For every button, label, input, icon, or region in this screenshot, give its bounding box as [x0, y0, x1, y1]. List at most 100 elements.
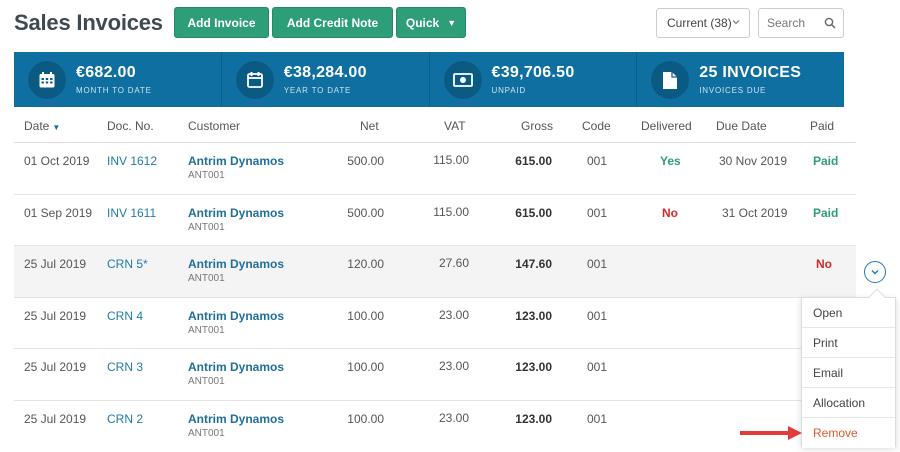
- table-header: Date ▼ Doc. No. Customer Net VAT Gross Co…: [14, 107, 856, 143]
- stat-year-to-date[interactable]: €38,284.00 YEAR TO DATE: [222, 52, 430, 107]
- quick-dropdown-button[interactable]: Quick ▼: [396, 7, 466, 38]
- gross-cell: 123.00: [515, 360, 552, 374]
- column-header-delivered[interactable]: Delivered: [641, 119, 692, 133]
- column-header-doc-no[interactable]: Doc. No.: [107, 119, 154, 133]
- date-cell: 01 Oct 2019: [24, 154, 90, 168]
- vat-cell: 27.60: [438, 256, 469, 270]
- gross-cell: 615.00: [515, 205, 552, 220]
- cash-icon: [443, 61, 482, 99]
- chevron-down-icon: [731, 17, 741, 30]
- customer-code: ANT001: [188, 324, 225, 336]
- filter-select[interactable]: Current (38): [656, 8, 750, 38]
- stat-label: INVOICES DUE: [699, 86, 767, 95]
- document-icon: [651, 61, 690, 99]
- net-cell: 100.00: [347, 411, 384, 426]
- column-header-gross[interactable]: Gross: [521, 119, 553, 133]
- calendar-grid-icon: [28, 61, 66, 99]
- filter-select-value: Current (38): [667, 16, 732, 30]
- doc-number-link[interactable]: CRN 2: [107, 412, 143, 426]
- annotation-arrow-icon: [740, 426, 802, 440]
- stat-value: €38,284.00: [283, 64, 367, 81]
- customer-name-link[interactable]: Antrim Dynamos: [188, 412, 284, 426]
- date-cell: 25 Jul 2019: [24, 257, 87, 271]
- page-title: Sales Invoices: [14, 10, 163, 35]
- menu-item-email[interactable]: Email: [802, 358, 895, 388]
- menu-item-open[interactable]: Open: [802, 298, 895, 328]
- code-cell: 001: [587, 257, 608, 271]
- column-header-net[interactable]: Net: [360, 119, 379, 133]
- stat-label: MONTH TO DATE: [76, 86, 152, 95]
- code-cell: 001: [587, 411, 608, 426]
- menu-item-allocation[interactable]: Allocation: [802, 388, 895, 418]
- net-cell: 500.00: [347, 205, 384, 220]
- column-header-customer[interactable]: Customer: [188, 119, 240, 133]
- table-row[interactable]: 25 Jul 2019 CRN 2 Antrim Dynamos ANT001 …: [14, 401, 856, 452]
- vat-cell: 23.00: [438, 359, 469, 373]
- stat-unpaid[interactable]: €39,706.50 UNPAID: [430, 52, 638, 107]
- date-cell: 25 Jul 2019: [24, 308, 87, 323]
- page-header: Sales Invoices Add Invoice Add Credit No…: [0, 0, 900, 52]
- date-cell: 25 Jul 2019: [24, 411, 87, 426]
- search-placeholder: Search: [767, 16, 806, 30]
- vat-cell: 23.00: [438, 410, 469, 425]
- search-icon[interactable]: [824, 17, 836, 29]
- stat-month-to-date[interactable]: €682.00 MONTH TO DATE: [14, 52, 222, 107]
- paid-status: Paid: [813, 205, 839, 220]
- doc-number-link[interactable]: INV 1612: [107, 154, 157, 168]
- net-cell: 500.00: [347, 154, 384, 168]
- net-cell: 120.00: [347, 257, 384, 271]
- column-header-paid[interactable]: Paid: [810, 119, 834, 133]
- table-row[interactable]: 25 Jul 2019 CRN 4 Antrim Dynamos ANT001 …: [14, 298, 856, 349]
- due-date-cell: 30 Nov 2019: [719, 154, 788, 168]
- sort-desc-icon: ▼: [52, 123, 61, 132]
- net-cell: 100.00: [347, 360, 384, 374]
- doc-number-link[interactable]: CRN 3: [107, 360, 143, 374]
- net-cell: 100.00: [347, 308, 384, 323]
- paid-status: Paid: [813, 154, 839, 168]
- doc-number-link[interactable]: CRN 5*: [107, 257, 148, 271]
- doc-number-link[interactable]: CRN 4: [107, 309, 143, 323]
- column-header-code[interactable]: Code: [582, 119, 611, 133]
- customer-code: ANT001: [188, 221, 225, 233]
- search-input[interactable]: Search: [758, 8, 844, 38]
- vat-cell: 115.00: [433, 153, 469, 167]
- table-row[interactable]: 01 Sep 2019 INV 1611 Antrim Dynamos ANT0…: [14, 195, 856, 246]
- customer-name-link[interactable]: Antrim Dynamos: [188, 257, 284, 271]
- customer-code: ANT001: [188, 170, 225, 181]
- table-row[interactable]: 25 Jul 2019 CRN 5* Antrim Dynamos ANT001…: [14, 246, 856, 298]
- row-actions-toggle[interactable]: [864, 261, 886, 283]
- date-cell: 25 Jul 2019: [24, 360, 87, 374]
- customer-name-link[interactable]: Antrim Dynamos: [188, 206, 284, 220]
- paid-status: No: [816, 257, 832, 271]
- caret-down-icon: ▼: [447, 17, 457, 28]
- add-credit-note-button[interactable]: Add Credit Note: [272, 7, 393, 38]
- customer-name-link[interactable]: Antrim Dynamos: [188, 360, 284, 374]
- calendar-icon: [235, 61, 274, 99]
- column-header-date[interactable]: Date ▼: [24, 119, 60, 133]
- menu-item-print[interactable]: Print: [802, 328, 895, 358]
- stat-invoices-due[interactable]: 25 INVOICES INVOICES DUE: [637, 52, 844, 107]
- vat-cell: 23.00: [438, 307, 469, 322]
- table-row[interactable]: 25 Jul 2019 CRN 3 Antrim Dynamos ANT001 …: [14, 349, 856, 401]
- chevron-down-icon: [871, 270, 879, 275]
- quick-label: Quick: [405, 15, 440, 30]
- customer-name-link[interactable]: Antrim Dynamos: [188, 154, 284, 168]
- table-row[interactable]: 01 Oct 2019 INV 1612 Antrim Dynamos ANT0…: [14, 143, 856, 195]
- code-cell: 001: [587, 205, 608, 220]
- code-cell: 001: [587, 154, 608, 168]
- customer-code: ANT001: [188, 273, 225, 284]
- gross-cell: 123.00: [515, 308, 552, 323]
- gross-cell: 615.00: [515, 154, 552, 168]
- code-cell: 001: [587, 360, 608, 374]
- vat-cell: 115.00: [433, 204, 469, 219]
- column-header-vat[interactable]: VAT: [444, 119, 466, 133]
- customer-name-link[interactable]: Antrim Dynamos: [188, 309, 284, 323]
- add-invoice-button[interactable]: Add Invoice: [174, 7, 269, 38]
- stat-value: 25 INVOICES: [699, 64, 802, 81]
- column-header-due-date[interactable]: Due Date: [716, 119, 767, 133]
- menu-item-remove[interactable]: Remove: [802, 418, 895, 448]
- gross-cell: 123.00: [515, 411, 552, 426]
- customer-code: ANT001: [188, 376, 225, 387]
- delivered-cell: No: [662, 205, 678, 220]
- doc-number-link[interactable]: INV 1611: [107, 206, 156, 220]
